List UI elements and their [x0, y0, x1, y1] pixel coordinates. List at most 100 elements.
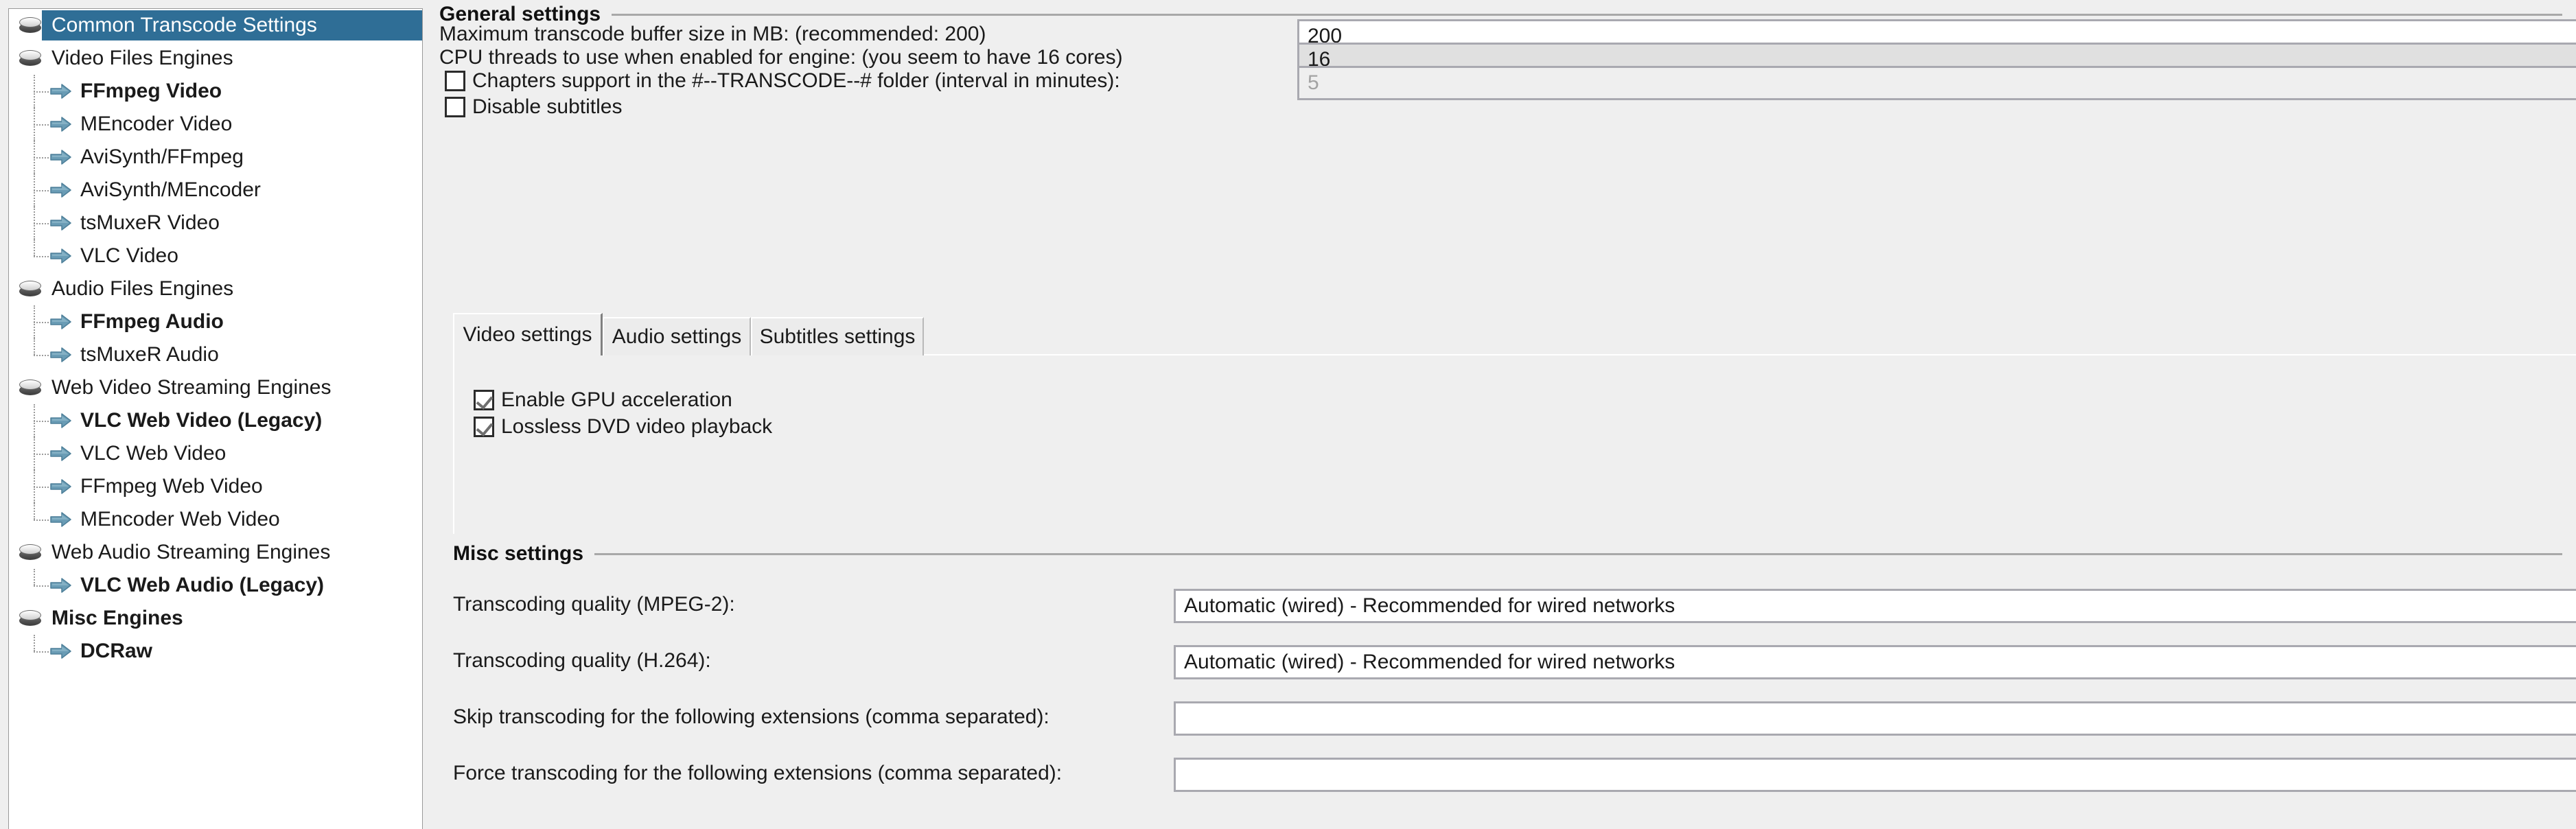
disable-subtitles-checkbox[interactable] — [445, 97, 465, 117]
tree-connector — [34, 585, 49, 587]
tree-connector — [34, 404, 35, 437]
skip-transcoding-input[interactable] — [1174, 701, 2576, 736]
tree-item-common-transcode-settings[interactable]: Common Transcode Settings — [9, 9, 422, 42]
tree-item-label: VLC Web Audio (Legacy) — [80, 574, 325, 596]
lossless-dvd-label: Lossless DVD video playback — [501, 415, 773, 438]
blue-arrow-icon — [50, 181, 72, 199]
tree-item-tsmuxer-audio[interactable]: tsMuxeR Audio — [9, 338, 422, 371]
general-settings-divider — [612, 13, 2562, 16]
tree-connector — [34, 108, 35, 141]
tree-item-video-files-engines[interactable]: Video Files Engines — [9, 42, 422, 75]
tree-connector — [34, 190, 49, 191]
tree-item-ffmpeg-web-video[interactable]: FFmpeg Web Video — [9, 470, 422, 503]
tree-connector — [34, 141, 35, 174]
mpeg2-quality-select[interactable]: Automatic (wired) - Recommended for wire… — [1174, 589, 2576, 623]
blue-arrow-icon — [50, 445, 72, 463]
settings-window: Common Transcode Settings Video Files Eng… — [0, 0, 2576, 829]
blue-arrow-icon — [50, 346, 72, 364]
tab-video-settings[interactable]: Video settings — [453, 313, 603, 355]
tree-connector — [34, 240, 35, 256]
force-transcoding-input[interactable] — [1174, 758, 2576, 792]
tree-connector — [34, 223, 49, 224]
tree-item-vlc-web-video[interactable]: VLC Web Video — [9, 437, 422, 470]
blue-arrow-icon — [50, 148, 72, 166]
tree-item-avisynth-ffmpeg[interactable]: AviSynth/FFmpeg — [9, 141, 422, 174]
disable-subtitles-row[interactable]: Disable subtitles — [445, 95, 622, 119]
settings-tabs[interactable]: Video settings Audio settings Subtitles … — [453, 313, 2576, 355]
lossless-dvd-row[interactable]: Lossless DVD video playback — [474, 415, 772, 439]
skip-transcoding-label: Skip transcoding for the following exten… — [453, 705, 1049, 728]
tree-item-ffmpeg-video[interactable]: FFmpeg Video — [9, 75, 422, 108]
h264-quality-select[interactable]: Automatic (wired) - Recommended for wire… — [1174, 645, 2576, 679]
h264-quality-label: Transcoding quality (H.264): — [453, 649, 711, 672]
mpeg2-quality-value: Automatic (wired) - Recommended for wire… — [1184, 594, 1675, 617]
tree-connector — [34, 322, 49, 323]
tree-connector — [34, 454, 49, 455]
tree-item-audio-files-engines[interactable]: Audio Files Engines — [9, 272, 422, 305]
tree-connector — [34, 355, 49, 356]
force-transcoding-label: Force transcoding for the following exte… — [453, 762, 1063, 784]
buffer-size-label: Maximum transcode buffer size in MB: (re… — [439, 23, 986, 45]
chapters-interval-input[interactable] — [1297, 66, 2576, 100]
tree-item-label: Audio Files Engines — [51, 277, 234, 300]
tree-item-label: AviSynth/FFmpeg — [80, 145, 244, 168]
cpu-threads-label: CPU threads to use when enabled for engi… — [439, 46, 1123, 69]
tree-connector — [34, 157, 49, 159]
tree-item-label: tsMuxeR Audio — [80, 343, 219, 366]
tree-item-label: Common Transcode Settings — [51, 14, 317, 36]
chapters-support-row[interactable]: Chapters support in the #--TRANSCODE--# … — [445, 69, 1120, 93]
mpeg2-quality-label: Transcoding quality (MPEG-2): — [453, 593, 735, 616]
tree-item-vlc-web-audio-legacy[interactable]: VLC Web Audio (Legacy) — [9, 569, 422, 602]
tree-item-dcraw[interactable]: DCRaw — [9, 635, 422, 668]
tab-audio-settings[interactable]: Audio settings — [603, 317, 751, 355]
tree-connector — [34, 305, 35, 338]
tab-audio-settings-label: Audio settings — [612, 325, 742, 348]
gpu-acceleration-row[interactable]: Enable GPU acceleration — [474, 388, 732, 412]
tree-item-ffmpeg-audio[interactable]: FFmpeg Audio — [9, 305, 422, 338]
blue-arrow-icon — [50, 214, 72, 232]
gpu-acceleration-label: Enable GPU acceleration — [501, 388, 732, 411]
tree-connector — [34, 487, 49, 488]
blue-arrow-icon — [50, 247, 72, 265]
tree-item-label: tsMuxeR Video — [80, 211, 220, 234]
disc-icon — [19, 49, 42, 67]
tree-connector — [34, 124, 49, 126]
tree-item-vlc-web-video-legacy[interactable]: VLC Web Video (Legacy) — [9, 404, 422, 437]
chapters-support-checkbox[interactable] — [445, 71, 465, 91]
tree-item-mencoder-video[interactable]: MEncoder Video — [9, 108, 422, 141]
misc-settings-divider — [594, 552, 2562, 555]
gpu-acceleration-checkbox[interactable] — [474, 390, 494, 410]
tree-item-tsmuxer-video[interactable]: tsMuxeR Video — [9, 207, 422, 240]
tree-connector — [34, 569, 35, 585]
tree-item-web-audio-streaming-engines[interactable]: Web Audio Streaming Engines — [9, 536, 422, 569]
disc-icon — [19, 379, 42, 397]
tree-item-label: MEncoder Video — [80, 113, 233, 135]
blue-arrow-icon — [50, 478, 72, 495]
blue-arrow-icon — [50, 82, 72, 100]
tab-subtitles-settings-label: Subtitles settings — [759, 325, 916, 348]
tab-subtitles-settings[interactable]: Subtitles settings — [751, 317, 924, 355]
tree-item-misc-engines[interactable]: Misc Engines — [9, 602, 422, 635]
tree-item-label: FFmpeg Video — [80, 80, 222, 102]
tree-item-mencoder-web-video[interactable]: MEncoder Web Video — [9, 503, 422, 536]
tree-connector — [34, 338, 35, 355]
settings-content: General settings Maximum transcode buffe… — [439, 0, 2576, 829]
tree-connector — [34, 256, 49, 257]
chapters-support-label: Chapters support in the #--TRANSCODE--# … — [472, 69, 1120, 92]
tree-connector — [34, 75, 35, 108]
tree-item-web-video-streaming-engines[interactable]: Web Video Streaming Engines — [9, 371, 422, 404]
tree-item-label: VLC Web Video — [80, 442, 227, 465]
engines-tree-panel[interactable]: Common Transcode Settings Video Files Eng… — [8, 8, 423, 829]
tree-connector — [34, 503, 35, 519]
tree-item-vlc-video[interactable]: VLC Video — [9, 240, 422, 272]
tree-item-avisynth-mencoder[interactable]: AviSynth/MEncoder — [9, 174, 422, 207]
panel-splitter[interactable] — [424, 0, 439, 829]
lossless-dvd-checkbox[interactable] — [474, 417, 494, 437]
tree-connector — [34, 421, 49, 422]
tree-item-label: FFmpeg Web Video — [80, 475, 263, 498]
disc-icon — [19, 544, 42, 561]
misc-settings-group-title: Misc settings — [453, 542, 2562, 565]
tree-connector — [34, 174, 35, 207]
blue-arrow-icon — [50, 511, 72, 528]
tree-connector — [34, 91, 49, 93]
